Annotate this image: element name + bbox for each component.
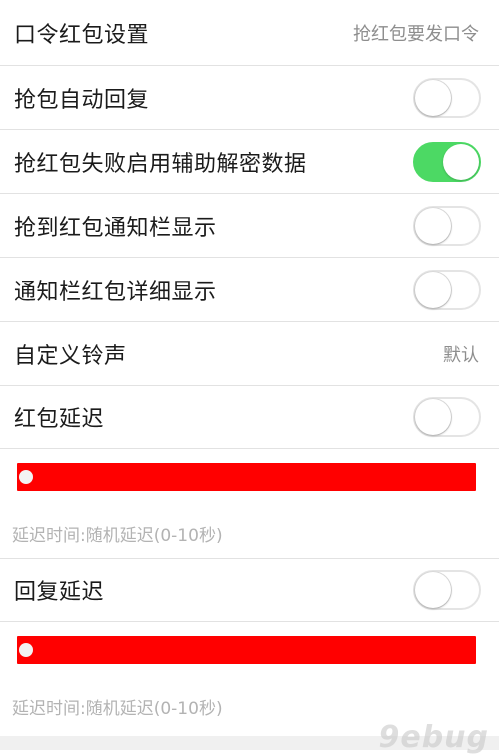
password-packet-row[interactable]: 口令红包设置 抢红包要发口令 bbox=[0, 0, 499, 65]
packet-delay-slider-row bbox=[0, 449, 499, 509]
toggle-knob bbox=[415, 271, 451, 308]
footer-strip: 9ebug bbox=[0, 720, 499, 755]
ringtone-value: 默认 bbox=[443, 344, 479, 366]
packet-delay-hint-row: 延迟时间:随机延迟(0-10秒) bbox=[0, 509, 499, 558]
notify-bar-label: 抢到红包通知栏显示 bbox=[14, 215, 217, 241]
reply-delay-label: 回复延迟 bbox=[14, 580, 105, 605]
notify-detail-row: 通知栏红包详细显示 bbox=[0, 258, 499, 321]
decrypt-assist-toggle[interactable] bbox=[413, 141, 481, 182]
auto-reply-row: 抢包自动回复 bbox=[0, 66, 499, 129]
slider-thumb[interactable] bbox=[19, 470, 33, 484]
password-packet-value: 抢红包要发口令 bbox=[353, 23, 479, 45]
notify-bar-toggle[interactable] bbox=[413, 205, 481, 246]
reply-delay-toggle[interactable] bbox=[413, 570, 481, 610]
decrypt-assist-row: 抢红包失败启用辅助解密数据 bbox=[0, 130, 499, 193]
decrypt-assist-label: 抢红包失败启用辅助解密数据 bbox=[14, 151, 307, 177]
packet-delay-slider[interactable] bbox=[17, 463, 476, 491]
auto-reply-toggle[interactable] bbox=[413, 77, 481, 118]
reply-delay-row: 回复延迟 bbox=[0, 559, 499, 621]
packet-delay-hint: 延迟时间:随机延迟(0-10秒) bbox=[12, 526, 223, 546]
password-packet-label: 口令红包设置 bbox=[14, 22, 150, 48]
toggle-knob bbox=[415, 79, 451, 116]
toggle-knob bbox=[443, 143, 479, 180]
packet-delay-label: 红包延迟 bbox=[14, 407, 105, 432]
notify-detail-label: 通知栏红包详细显示 bbox=[14, 279, 217, 305]
notify-detail-toggle[interactable] bbox=[413, 269, 481, 310]
ringtone-label: 自定义铃声 bbox=[14, 343, 127, 369]
reply-delay-slider[interactable] bbox=[17, 636, 476, 664]
toggle-knob bbox=[415, 399, 451, 435]
toggle-knob bbox=[415, 572, 451, 608]
notify-bar-row: 抢到红包通知栏显示 bbox=[0, 194, 499, 257]
toggle-knob bbox=[415, 207, 451, 244]
packet-delay-row: 红包延迟 bbox=[0, 386, 499, 448]
slider-thumb[interactable] bbox=[19, 643, 33, 657]
reply-delay-hint: 延迟时间:随机延迟(0-10秒) bbox=[12, 699, 223, 719]
packet-delay-toggle[interactable] bbox=[413, 397, 481, 437]
auto-reply-label: 抢包自动回复 bbox=[14, 87, 150, 113]
ringtone-row[interactable]: 自定义铃声 默认 bbox=[0, 322, 499, 385]
reply-delay-slider-row bbox=[0, 622, 499, 682]
